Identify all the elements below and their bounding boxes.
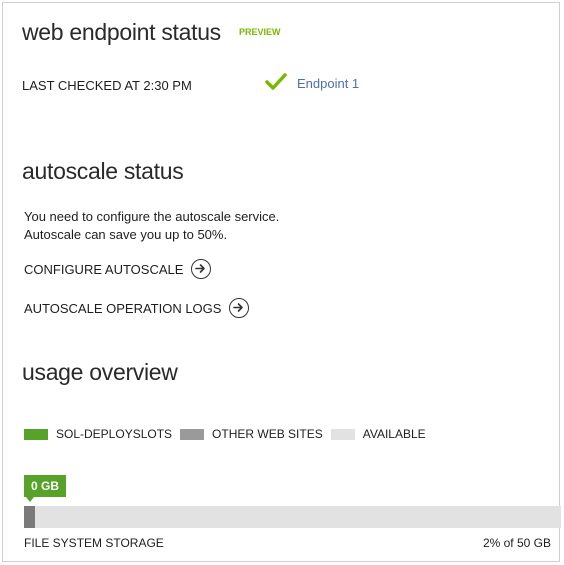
configure-autoscale-label: CONFIGURE AUTOSCALE bbox=[24, 261, 184, 277]
autoscale-message: You need to configure the autoscale serv… bbox=[24, 208, 279, 244]
arrow-right-circle-icon[interactable] bbox=[229, 298, 250, 318]
legend-label: OTHER WEB SITES bbox=[212, 427, 323, 441]
legend-swatch bbox=[330, 428, 355, 440]
legend-item-available: AVAILABLE bbox=[330, 427, 426, 441]
legend-label: AVAILABLE bbox=[362, 427, 426, 441]
usage-title: usage overview bbox=[22, 359, 178, 385]
autoscale-message-line2: Autoscale can save you up to 50%. bbox=[24, 227, 228, 242]
legend-swatch bbox=[24, 428, 48, 440]
legend-item-deployslots: SOL-DEPLOYSLOTS bbox=[24, 427, 172, 441]
legend-label: SOL-DEPLOYSLOTS bbox=[56, 427, 173, 441]
last-checked-text: LAST CHECKED AT 2:30 PM bbox=[22, 78, 192, 93]
storage-usage-fill bbox=[24, 506, 35, 528]
autoscale-logs-label: AUTOSCALE OPERATION LOGS bbox=[24, 300, 222, 316]
legend-swatch bbox=[180, 428, 205, 440]
storage-label: FILE SYSTEM STORAGE bbox=[24, 536, 164, 550]
storage-value: 2% of 50 GB bbox=[482, 536, 551, 550]
web-endpoint-title: web endpoint status bbox=[22, 19, 221, 45]
preview-badge: PREVIEW bbox=[239, 27, 281, 37]
autoscale-title: autoscale status bbox=[22, 158, 184, 184]
legend-item-other-web-sites: OTHER WEB SITES bbox=[180, 427, 323, 441]
endpoint-link[interactable]: Endpoint 1 bbox=[297, 76, 359, 91]
arrow-right-circle-icon[interactable] bbox=[191, 259, 212, 279]
usage-legend: SOL-DEPLOYSLOTS OTHER WEB SITES AVAILABL… bbox=[24, 427, 434, 441]
badge-pointer bbox=[26, 497, 34, 502]
configure-autoscale-link[interactable]: CONFIGURE AUTOSCALE bbox=[24, 259, 212, 279]
autoscale-logs-link[interactable]: AUTOSCALE OPERATION LOGS bbox=[24, 298, 250, 318]
check-icon bbox=[265, 73, 287, 96]
autoscale-message-line1: You need to configure the autoscale serv… bbox=[24, 209, 280, 224]
storage-usage-bar bbox=[24, 506, 561, 528]
status-panel: web endpoint status PREVIEW LAST CHECKED… bbox=[2, 2, 561, 562]
storage-used-badge: 0 GB bbox=[24, 475, 67, 497]
